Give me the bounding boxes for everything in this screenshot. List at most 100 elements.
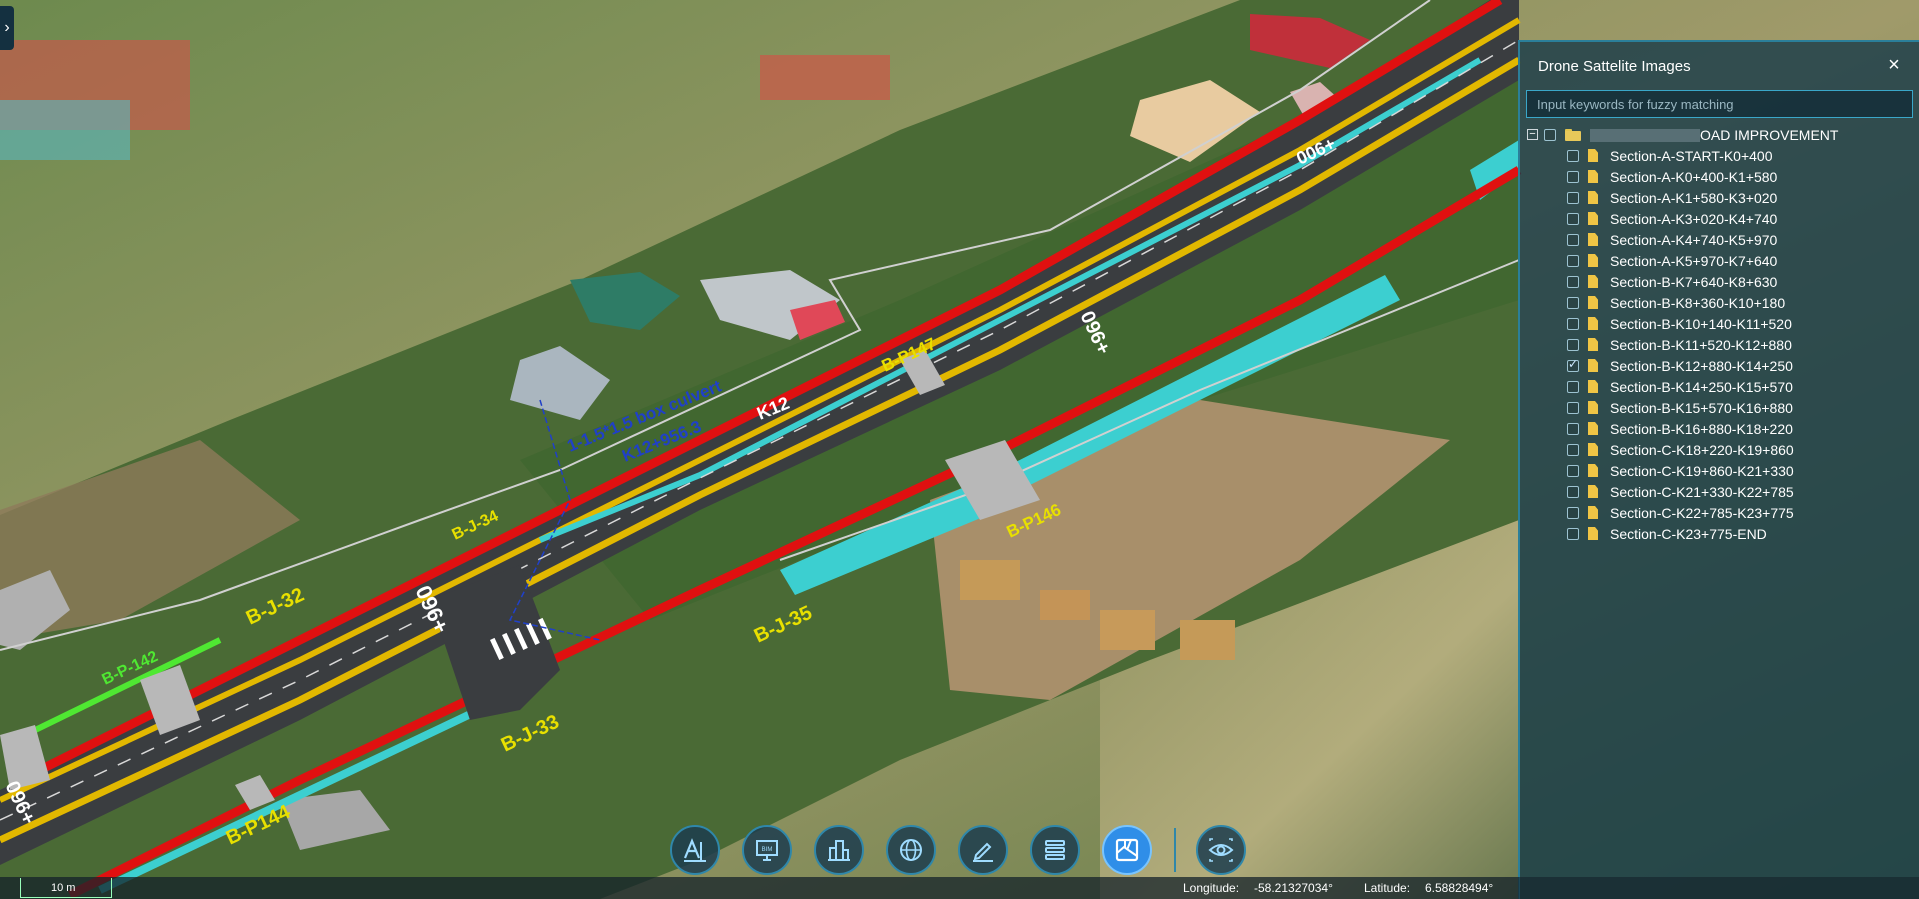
section-checkbox[interactable] (1567, 149, 1579, 162)
section-label: Section-B-K14+250-K15+570 (1610, 378, 1793, 395)
section-checkbox[interactable] (1567, 233, 1579, 246)
tree-item[interactable]: Section-B-K7+640-K8+630 (1520, 271, 1919, 292)
tree-item[interactable]: Section-B-K11+520-K12+880 (1520, 334, 1919, 355)
tree-item[interactable]: Section-C-K23+775-END (1520, 523, 1919, 544)
tree-item[interactable]: Section-B-K14+250-K15+570 (1520, 376, 1919, 397)
section-checkbox[interactable] (1567, 254, 1579, 267)
lumber-stack (960, 560, 1020, 600)
section-checkbox[interactable] (1567, 443, 1579, 456)
section-checkbox[interactable] (1567, 296, 1579, 309)
tree-root[interactable]: − OAD IMPROVEMENT (1520, 124, 1919, 145)
tree-item[interactable]: Section-C-K22+785-K23+775 (1520, 502, 1919, 523)
bottom-toolbar: BIM (670, 822, 1268, 878)
longitude-label: Longitude: (1183, 881, 1240, 895)
tree-item[interactable]: Section-A-K0+400-K1+580 (1520, 166, 1919, 187)
svg-text:BIM: BIM (762, 847, 773, 853)
section-checkbox[interactable] (1567, 464, 1579, 477)
tree-item[interactable]: Section-C-K18+220-K19+860 (1520, 439, 1919, 460)
section-label: Section-B-K12+880-K14+250 (1610, 357, 1793, 374)
tree-item[interactable]: Section-C-K19+860-K21+330 (1520, 460, 1919, 481)
section-label: Section-B-K15+570-K16+880 (1610, 399, 1793, 416)
file-icon (1588, 527, 1598, 540)
tree-item[interactable]: Section-B-K16+880-K18+220 (1520, 418, 1919, 439)
layers-tool-icon (1045, 840, 1065, 860)
lumber-stack (1100, 610, 1155, 650)
tree-item[interactable]: Section-A-K1+580-K3+020 (1520, 187, 1919, 208)
tree-item[interactable]: Section-C-K21+330-K22+785 (1520, 481, 1919, 502)
bim-tool-icon: BIM (756, 840, 778, 861)
file-icon (1588, 359, 1598, 372)
blurred-roof (760, 55, 890, 100)
root-checkbox[interactable] (1544, 128, 1556, 141)
file-icon (1588, 275, 1598, 288)
file-icon (1588, 485, 1598, 498)
section-checkbox[interactable] (1567, 357, 1579, 372)
drone-images-tool-button[interactable] (1102, 825, 1152, 875)
section-label: Section-A-K0+400-K1+580 (1610, 168, 1778, 185)
view-tool-icon (1208, 838, 1234, 862)
section-checkbox[interactable] (1567, 380, 1579, 393)
section-label: Section-B-K11+520-K12+880 (1610, 336, 1792, 353)
tree-item[interactable]: Section-A-K3+020-K4+740 (1520, 208, 1919, 229)
section-label: Section-B-K16+880-K18+220 (1610, 420, 1793, 437)
section-checkbox[interactable] (1567, 422, 1579, 435)
file-icon (1588, 170, 1598, 183)
latitude-value: 6.58828494° (1425, 881, 1494, 895)
section-checkbox[interactable] (1567, 485, 1579, 498)
section-label: Section-B-K7+640-K8+630 (1610, 273, 1778, 290)
measure-tool-button[interactable] (670, 825, 720, 875)
draw-tool-icon (973, 842, 993, 862)
section-label: Section-C-K21+330-K22+785 (1610, 483, 1794, 500)
section-checkbox[interactable] (1567, 317, 1579, 330)
buildings-tool-icon (828, 840, 850, 861)
file-icon (1588, 296, 1598, 309)
panel-header: Drone Sattelite Images × (1520, 42, 1919, 90)
section-label: Section-A-K4+740-K5+970 (1610, 231, 1778, 248)
section-checkbox[interactable] (1567, 338, 1579, 351)
file-icon (1588, 443, 1598, 456)
file-icon (1588, 191, 1598, 204)
section-label: Section-C-K18+220-K19+860 (1610, 441, 1794, 458)
tree-item[interactable]: Section-B-K10+140-K11+520 (1520, 313, 1919, 334)
draw-tool-button[interactable] (958, 825, 1008, 875)
section-label: Section-C-K19+860-K21+330 (1610, 462, 1794, 479)
globe-tool-icon (900, 839, 922, 861)
file-icon (1588, 338, 1598, 351)
tree-item[interactable]: Section-B-K15+570-K16+880 (1520, 397, 1919, 418)
bim-tool-button[interactable]: BIM (742, 825, 792, 875)
expand-left-panel-button[interactable]: › (0, 6, 14, 50)
view-tool-button[interactable] (1196, 825, 1246, 875)
layers-tool-button[interactable] (1030, 825, 1080, 875)
collapse-icon[interactable]: − (1527, 129, 1538, 140)
search-wrap (1526, 90, 1913, 118)
file-icon (1588, 233, 1598, 246)
section-checkbox[interactable] (1567, 275, 1579, 288)
section-label: Section-C-K22+785-K23+775 (1610, 504, 1794, 521)
section-checkbox[interactable] (1567, 191, 1579, 204)
file-icon (1588, 317, 1598, 330)
buildings-tool-button[interactable] (814, 825, 864, 875)
section-checkbox[interactable] (1567, 170, 1579, 183)
drone-images-panel: Drone Sattelite Images × − OAD IMPROVEME… (1518, 40, 1919, 899)
section-checkbox[interactable] (1567, 527, 1579, 540)
tree-item[interactable]: Section-A-START-K0+400 (1520, 145, 1919, 166)
close-icon[interactable]: × (1883, 54, 1905, 76)
section-checkbox[interactable] (1567, 506, 1579, 519)
tree-item[interactable]: Section-B-K12+880-K14+250 (1520, 355, 1919, 376)
file-icon (1588, 464, 1598, 477)
tree-item[interactable]: Section-A-K5+970-K7+640 (1520, 250, 1919, 271)
search-input[interactable] (1526, 90, 1913, 118)
tree-item[interactable]: Section-A-K4+740-K5+970 (1520, 229, 1919, 250)
globe-tool-button[interactable] (886, 825, 936, 875)
section-checkbox[interactable] (1567, 212, 1579, 225)
section-label: Section-B-K10+140-K11+520 (1610, 315, 1792, 332)
section-checkbox[interactable] (1567, 401, 1579, 414)
section-label: Section-A-K5+970-K7+640 (1610, 252, 1778, 269)
scale-bar: 10 m (20, 878, 112, 898)
section-label: Section-A-START-K0+400 (1610, 147, 1773, 164)
lumber-stack (1040, 590, 1090, 620)
tree-item[interactable]: Section-B-K8+360-K10+180 (1520, 292, 1919, 313)
measure-tool-icon (683, 838, 706, 862)
latitude-label: Latitude: (1364, 881, 1411, 895)
file-icon (1588, 149, 1598, 162)
